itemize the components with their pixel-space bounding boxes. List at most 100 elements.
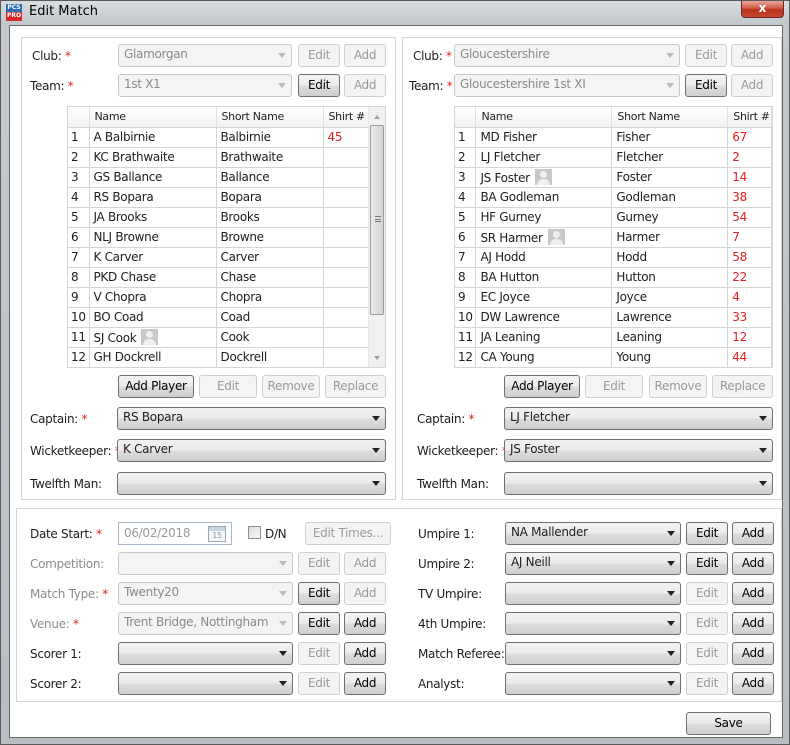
home-club-select[interactable]: Glamorgan: [118, 44, 292, 67]
venue-edit-button[interactable]: Edit: [298, 612, 340, 635]
date-start-input[interactable]: 06/02/2018 15: [118, 522, 232, 545]
player-short-name-cell[interactable]: Gurney: [611, 207, 729, 228]
away-club-add-button[interactable]: Add: [731, 44, 773, 67]
col-header-name[interactable]: Name: [89, 107, 217, 128]
player-name-cell[interactable]: K Carver: [89, 247, 217, 268]
analyst-add-button[interactable]: Add: [732, 672, 774, 695]
player-name-cell[interactable]: MD Fisher: [475, 127, 613, 148]
player-name-cell[interactable]: HF Gurney: [475, 207, 613, 228]
player-short-name-cell[interactable]: Fletcher: [611, 147, 729, 168]
close-button[interactable]: x: [741, 1, 784, 18]
match-referee-add-button[interactable]: Add: [732, 642, 774, 665]
player-short-name-cell[interactable]: Leaning: [611, 327, 729, 348]
away-remove-player-button[interactable]: Remove: [649, 375, 707, 398]
player-shirt-cell[interactable]: 2: [727, 147, 772, 168]
player-shirt-cell[interactable]: 12: [727, 327, 772, 348]
4th-umpire-add-button[interactable]: Add: [732, 612, 774, 635]
scroll-down-icon[interactable]: [374, 356, 380, 360]
player-shirt-cell[interactable]: 14: [727, 167, 772, 188]
away-wicketkeeper-select[interactable]: JS Foster: [504, 439, 773, 462]
home-team-select[interactable]: 1st X1: [118, 74, 292, 97]
away-team-select[interactable]: Gloucestershire 1st XI: [454, 74, 680, 97]
player-shirt-cell[interactable]: 4: [727, 287, 772, 308]
player-shirt-cell[interactable]: 67: [727, 127, 772, 148]
player-row[interactable]: 10 BO Coad Coad: [68, 307, 371, 328]
venue-select[interactable]: Trent Bridge, Nottingham: [118, 612, 293, 635]
tv-umpire-edit-button[interactable]: Edit: [686, 582, 728, 605]
player-name-cell[interactable]: SR Harmer: [475, 227, 613, 248]
tv-umpire-select[interactable]: [505, 582, 681, 605]
player-shirt-cell[interactable]: [323, 327, 371, 348]
player-name-cell[interactable]: BA Hutton: [475, 267, 613, 288]
player-short-name-cell[interactable]: Cook: [216, 327, 324, 348]
player-row[interactable]: 8 BA Hutton Hutton 22: [455, 267, 772, 288]
title-bar[interactable]: PCS PRO Edit Match x: [1, 1, 789, 25]
player-name-cell[interactable]: NLJ Browne: [89, 227, 217, 248]
player-row[interactable]: 2 LJ Fletcher Fletcher 2: [455, 147, 772, 168]
player-shirt-cell[interactable]: [323, 207, 371, 228]
player-short-name-cell[interactable]: Browne: [216, 227, 324, 248]
player-row[interactable]: 12 GH Dockrell Dockrell: [68, 347, 371, 367]
home-wicketkeeper-select[interactable]: K Carver: [117, 439, 386, 462]
match-type-add-button[interactable]: Add: [344, 582, 386, 605]
home-team-add-button[interactable]: Add: [344, 74, 386, 97]
player-shirt-cell[interactable]: [323, 187, 371, 208]
player-name-cell[interactable]: BA Godleman: [475, 187, 613, 208]
player-row[interactable]: 11 JA Leaning Leaning 12: [455, 327, 772, 348]
player-short-name-cell[interactable]: Harmer: [611, 227, 729, 248]
player-short-name-cell[interactable]: Bopara: [216, 187, 324, 208]
4th-umpire-edit-button[interactable]: Edit: [686, 612, 728, 635]
scorer-2-edit-button[interactable]: Edit: [298, 672, 340, 695]
player-row[interactable]: 5 HF Gurney Gurney 54: [455, 207, 772, 228]
scorer-1-select[interactable]: [118, 642, 293, 665]
col-header-shirt[interactable]: Shirt #: [727, 107, 772, 128]
player-name-cell[interactable]: GS Ballance: [89, 167, 217, 188]
home-club-add-button[interactable]: Add: [344, 44, 386, 67]
umpire-2-add-button[interactable]: Add: [732, 552, 774, 575]
away-club-select[interactable]: Gloucestershire: [454, 44, 680, 67]
player-name-cell[interactable]: AJ Hodd: [475, 247, 613, 268]
player-row[interactable]: 5 JA Brooks Brooks: [68, 207, 371, 228]
player-shirt-cell[interactable]: [323, 227, 371, 248]
umpire-2-select[interactable]: AJ Neill: [505, 552, 681, 575]
day-night-checkbox[interactable]: [248, 526, 261, 539]
player-shirt-cell[interactable]: [323, 347, 371, 367]
competition-edit-button[interactable]: Edit: [298, 552, 340, 575]
col-header-short-name[interactable]: Short Name: [216, 107, 324, 128]
player-shirt-cell[interactable]: [323, 307, 371, 328]
away-captain-select[interactable]: LJ Fletcher: [504, 407, 773, 430]
player-short-name-cell[interactable]: Coad: [216, 307, 324, 328]
scorer-2-add-button[interactable]: Add: [344, 672, 386, 695]
player-short-name-cell[interactable]: Joyce: [611, 287, 729, 308]
player-row[interactable]: 3 GS Ballance Ballance: [68, 167, 371, 188]
player-row[interactable]: 4 BA Godleman Godleman 38: [455, 187, 772, 208]
4th-umpire-select[interactable]: [505, 612, 681, 635]
player-name-cell[interactable]: DW Lawrence: [475, 307, 613, 328]
umpire-1-select[interactable]: NA Mallender: [505, 522, 681, 545]
umpire-2-edit-button[interactable]: Edit: [686, 552, 728, 575]
player-row[interactable]: 9V Chopra Chopra: [68, 287, 371, 308]
player-shirt-cell[interactable]: 45: [323, 127, 371, 148]
player-name-cell[interactable]: RS Bopara: [89, 187, 217, 208]
home-edit-player-button[interactable]: Edit: [199, 375, 257, 398]
player-short-name-cell[interactable]: Foster: [611, 167, 729, 188]
home-grid-scrollbar[interactable]: [368, 107, 385, 367]
player-name-cell[interactable]: JS Foster: [475, 167, 613, 188]
player-name-cell[interactable]: CA Young: [475, 347, 613, 367]
player-short-name-cell[interactable]: Balbirnie: [216, 127, 324, 148]
player-row[interactable]: 1 MD Fisher Fisher 67: [455, 127, 772, 148]
home-add-player-button[interactable]: Add Player: [118, 375, 194, 398]
away-replace-player-button[interactable]: Replace: [712, 375, 773, 398]
player-shirt-cell[interactable]: 58: [727, 247, 772, 268]
player-shirt-cell[interactable]: [323, 147, 371, 168]
scorer-1-edit-button[interactable]: Edit: [298, 642, 340, 665]
player-name-cell[interactable]: LJ Fletcher: [475, 147, 613, 168]
player-name-cell[interactable]: SJ Cook: [89, 327, 217, 348]
venue-add-button[interactable]: Add: [344, 612, 386, 635]
player-short-name-cell[interactable]: Lawrence: [611, 307, 729, 328]
tv-umpire-add-button[interactable]: Add: [732, 582, 774, 605]
player-name-cell[interactable]: EC Joyce: [475, 287, 613, 308]
competition-add-button[interactable]: Add: [344, 552, 386, 575]
player-name-cell[interactable]: KC Brathwaite: [89, 147, 217, 168]
player-shirt-cell[interactable]: [323, 287, 371, 308]
